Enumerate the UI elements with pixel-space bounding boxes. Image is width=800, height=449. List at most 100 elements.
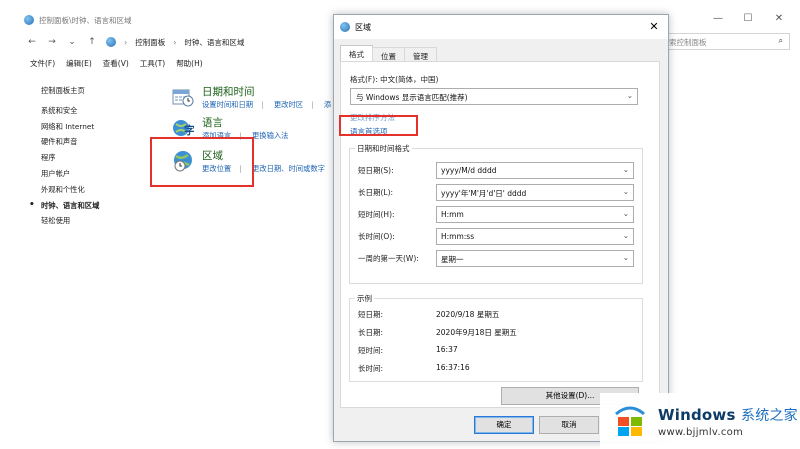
search-icon[interactable]: ⌕ [779,36,783,46]
tab-formats[interactable]: 格式 [340,45,373,62]
example-short-date-label: 短日期: [358,310,384,319]
svg-text:字: 字 [184,123,194,137]
tab-administrative[interactable]: 管理 [404,47,437,62]
highlight-box-language-preferences [339,115,418,136]
sidebar-item-network-internet[interactable]: 网络和 Internet [41,119,161,135]
maximize-button[interactable]: ☐ [741,12,755,26]
link-divider: | [311,100,314,109]
control-panel-title: 控制面板\时钟、语言和区域 [39,15,132,25]
chevron-down-icon: ⌄ [622,231,629,240]
control-panel-titlebar: 控制面板\时钟、语言和区域 [24,14,132,26]
sidebar-item-clock-language-region[interactable]: 时钟、语言和区域 [29,198,161,214]
sidebar-item-hardware-sound[interactable]: 硬件和声音 [41,134,161,150]
category-date-time-title[interactable]: 日期和时间 [202,86,339,99]
short-date-select[interactable]: yyyy/M/d dddd ⌄ [436,162,634,179]
example-long-time-label: 长时间: [358,364,384,373]
long-date-select[interactable]: yyyy'年'M'月'd'日' dddd ⌄ [436,184,634,201]
breadcrumb-control-panel[interactable]: 控制面板 [135,37,165,48]
navigation-bar: ← → ⌄ ↑ › 控制面板 › 时钟、语言和区域 [26,35,244,49]
datetime-formats-group: 日期和时间格式 短日期(S): yyyy/M/d dddd ⌄ 长日期(L): y… [349,143,643,284]
menu-edit[interactable]: 编辑(E) [66,58,92,69]
watermark-url: www.bjjmlv.com [658,426,744,438]
menu-bar: 文件(F) 编辑(E) 查看(V) 工具(T) 帮助(H) [30,58,203,69]
close-button[interactable]: ✕ [772,12,786,26]
sidebar-home-link[interactable]: 控制面板主页 [41,83,161,99]
control-panel-small-icon [106,37,116,47]
forward-arrow-icon[interactable]: → [46,37,58,47]
sidebar-item-programs[interactable]: 程序 [41,150,161,166]
dialog-tabs: 格式 位置 管理 [340,45,437,62]
menu-tools[interactable]: 工具(T) [140,58,165,69]
link-divider: | [261,100,264,109]
examples-group: 示例 短日期: 2020/9/18 星期五 长日期: 2020年9月18日 星期… [349,293,643,382]
chevron-down-icon: ⌄ [622,209,629,218]
short-date-label: 短日期(S): [358,166,394,175]
search-placeholder: 索控制面板 [669,38,707,47]
datetime-formats-group-title: 日期和时间格式 [355,143,412,154]
example-long-date-value: 2020年9月18日 星期五 [436,328,517,337]
example-short-time-value: 16:37 [436,345,458,354]
watermark-brand-zh: 系统之家 [741,407,798,424]
control-panel-icon [24,15,34,25]
chevron-down-icon: ⌄ [626,91,633,100]
region-dialog-icon [340,22,350,32]
examples-group-title: 示例 [355,293,374,304]
cancel-button[interactable]: 取消 [539,416,599,434]
highlight-box-region [150,137,254,187]
format-select-value: 与 Windows 显示语言匹配(推荐) [356,93,468,102]
watermark-brand: Windows [658,405,736,424]
up-arrow-icon[interactable]: ↑ [86,37,98,47]
change-input-method-link[interactable]: 更换输入法 [252,131,288,140]
search-input[interactable]: 索控制面板 ⌕ [664,33,790,50]
long-time-select[interactable]: H:mm:ss ⌄ [436,228,634,245]
tab-location[interactable]: 位置 [372,47,405,62]
sidebar: 控制面板主页 系统和安全 网络和 Internet 硬件和声音 程序 用户帐户 … [29,83,161,229]
example-long-date-label: 长日期: [358,328,384,337]
long-date-value: yyyy'年'M'月'd'日' dddd [441,189,527,198]
sidebar-item-appearance[interactable]: 外观和个性化 [41,182,161,198]
change-timezone-link[interactable]: 更改时区 [274,100,303,109]
sidebar-item-system-security[interactable]: 系统和安全 [41,103,161,119]
first-day-of-week-select[interactable]: 星期一 ⌄ [436,250,634,267]
windows-logo-icon [615,406,645,436]
region-dialog-titlebar: 区域 [334,15,668,39]
sidebar-item-ease-of-access[interactable]: 轻松使用 [41,213,161,229]
formats-panel: 格式(F): 中文(简体，中国) 与 Windows 显示语言匹配(推荐) ⌄ … [340,61,660,408]
format-select[interactable]: 与 Windows 显示语言匹配(推荐) ⌄ [350,88,638,105]
menu-view[interactable]: 查看(V) [103,58,129,69]
short-time-value: H:mm [441,210,464,219]
first-day-of-week-value: 星期一 [441,255,464,264]
minimize-button[interactable]: — [711,12,725,26]
long-time-value: H:mm:ss [441,232,475,241]
menu-file[interactable]: 文件(F) [30,58,55,69]
watermark: Windows 系统之家 www.bjjmlv.com [600,393,800,449]
add-clock-link[interactable]: 添 [324,100,331,109]
history-dropdown-icon[interactable]: ⌄ [66,37,78,47]
category-language-title[interactable]: 语言 [202,117,296,130]
region-dialog: 区域 ✕ 格式 位置 管理 格式(F): 中文(简体，中国) 与 Windows… [333,14,669,442]
format-label: 格式(F): 中文(简体，中国) [350,75,439,84]
language-icon: 字 [173,120,194,137]
first-day-of-week-label: 一周的第一天(W): [358,254,419,263]
example-long-time-value: 16:37:16 [436,363,470,372]
change-date-time-number-format-link[interactable]: 更改日期、时间或数字 [252,164,325,173]
chevron-down-icon: ⌄ [622,165,629,174]
breadcrumb-separator-icon: › [124,37,128,47]
back-arrow-icon[interactable]: ← [26,37,38,47]
example-short-date-value: 2020/9/18 星期五 [436,310,500,319]
long-date-label: 长日期(L): [358,188,394,197]
short-time-select[interactable]: H:mm ⌄ [436,206,634,223]
category-date-time: 日期和时间 设置时间和日期 | 更改时区 | 添 [172,86,339,111]
menu-help[interactable]: 帮助(H) [176,58,203,69]
example-short-time-label: 短时间: [358,346,384,355]
chevron-down-icon: ⌄ [622,253,629,262]
region-dialog-title: 区域 [355,22,371,32]
long-time-label: 长时间(O): [358,232,395,241]
breadcrumb-clock-language-region[interactable]: 时钟、语言和区域 [184,37,244,48]
set-time-date-link[interactable]: 设置时间和日期 [202,100,253,109]
short-date-value: yyyy/M/d dddd [441,166,497,175]
ok-button[interactable]: 确定 [474,416,534,434]
sidebar-item-user-accounts[interactable]: 用户帐户 [41,166,161,182]
dialog-close-icon[interactable]: ✕ [646,19,662,35]
short-time-label: 短时间(H): [358,210,395,219]
